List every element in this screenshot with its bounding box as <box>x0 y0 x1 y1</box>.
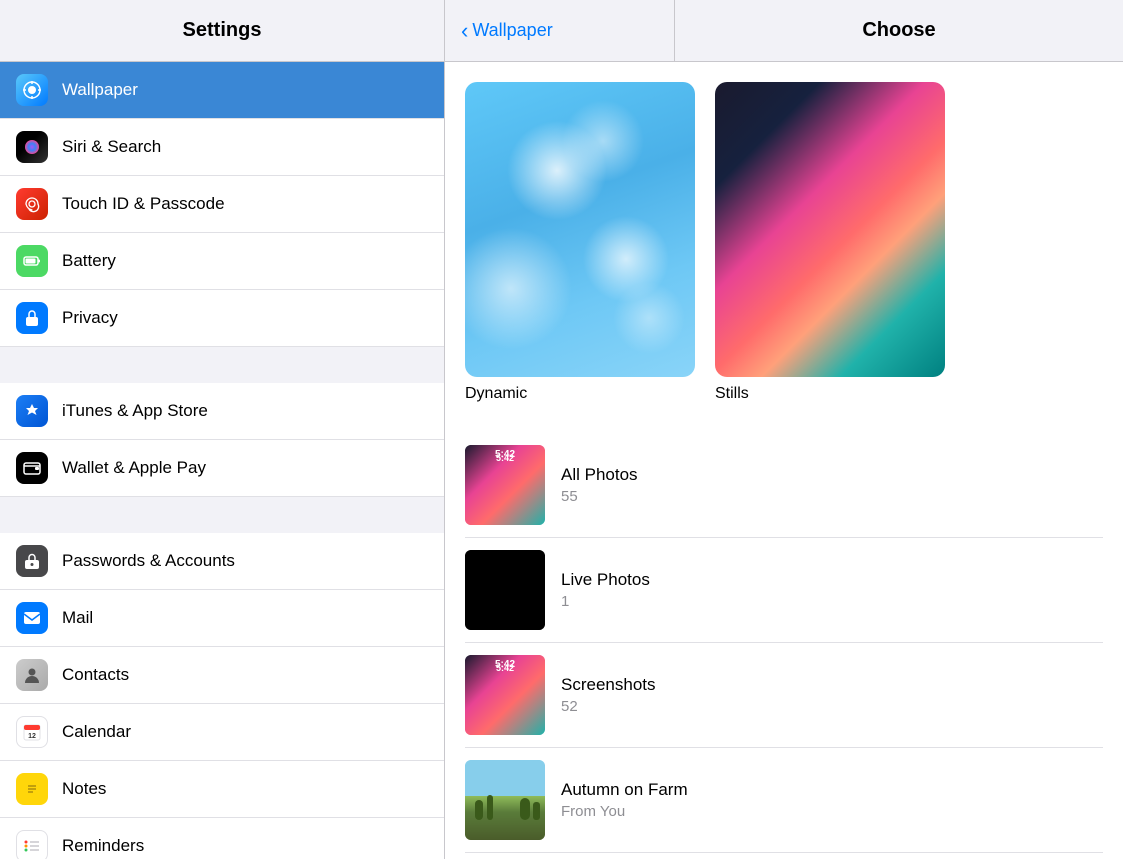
sidebar-item-passwords[interactable]: Passwords & Accounts <box>0 533 444 590</box>
all-photos-count: 55 <box>561 488 638 505</box>
list-item-live-photos[interactable]: Live Photos 1 <box>465 538 1103 643</box>
sidebar-item-label-touchid: Touch ID & Passcode <box>62 194 225 214</box>
stills-wallpaper-thumb[interactable] <box>715 82 945 377</box>
autumn-thumb <box>465 760 545 840</box>
screenshots-name: Screenshots <box>561 675 656 695</box>
wallpaper-header: ‹ Wallpaper Choose <box>445 0 1123 61</box>
sidebar-item-touchid[interactable]: Touch ID & Passcode <box>0 176 444 233</box>
dynamic-wallpaper-thumb[interactable] <box>465 82 695 377</box>
privacy-icon <box>16 302 48 334</box>
back-button[interactable]: ‹ Wallpaper <box>445 0 675 61</box>
sidebar-item-wallet[interactable]: Wallet & Apple Pay <box>0 440 444 497</box>
header: Settings ‹ Wallpaper Choose <box>0 0 1123 62</box>
sidebar-item-privacy[interactable]: Privacy <box>0 290 444 347</box>
calendar-icon: 12 <box>16 716 48 748</box>
autumn-count: From You <box>561 803 688 820</box>
reminders-icon <box>16 830 48 859</box>
live-photos-thumb <box>465 550 545 630</box>
live-photos-name: Live Photos <box>561 570 650 590</box>
wallpaper-previews: Dynamic Stills <box>465 82 1103 403</box>
sidebar-item-label-passwords: Passwords & Accounts <box>62 551 235 571</box>
live-photos-info: Live Photos 1 <box>561 570 650 610</box>
sidebar-item-battery[interactable]: Battery <box>0 233 444 290</box>
contacts-icon <box>16 659 48 691</box>
sidebar-item-appstore[interactable]: iTunes & App Store <box>0 383 444 440</box>
dynamic-label: Dynamic <box>465 385 527 403</box>
live-photos-count: 1 <box>561 593 650 610</box>
sidebar-item-siri[interactable]: Siri & Search <box>0 119 444 176</box>
sidebar-item-label-siri: Siri & Search <box>62 137 161 157</box>
notes-icon <box>16 773 48 805</box>
sidebar-group-2 <box>0 497 444 533</box>
photo-categories-list: 5:42 All Photos 55 Live Photos 1 <box>465 433 1103 853</box>
back-label: Wallpaper <box>472 20 552 41</box>
stills-label: Stills <box>715 385 749 403</box>
wallpaper-choose-panel: Dynamic Stills <box>445 62 1123 859</box>
sidebar-item-reminders[interactable]: Reminders <box>0 818 444 859</box>
sidebar-item-label-battery: Battery <box>62 251 116 271</box>
sidebar-item-label-notes: Notes <box>62 779 106 799</box>
screenshots-count: 52 <box>561 698 656 715</box>
sidebar-item-notes[interactable]: Notes <box>0 761 444 818</box>
appstore-icon <box>16 395 48 427</box>
sidebar-item-contacts[interactable]: Contacts <box>0 647 444 704</box>
sidebar-item-wallpaper[interactable]: Wallpaper <box>0 62 444 119</box>
sidebar-item-label-wallpaper: Wallpaper <box>62 80 138 100</box>
passwords-icon <box>16 545 48 577</box>
battery-icon <box>16 245 48 277</box>
all-photos-name: All Photos <box>561 465 638 485</box>
svg-text:12: 12 <box>28 733 36 740</box>
screenshots-thumb: 5:42 <box>465 655 545 735</box>
wallet-icon <box>16 452 48 484</box>
settings-sidebar: Wallpaper Siri & Search <box>0 62 445 859</box>
sidebar-item-label-privacy: Privacy <box>62 308 118 328</box>
dynamic-wallpaper-item: Dynamic <box>465 82 695 403</box>
sidebar-item-label-appstore: iTunes & App Store <box>62 401 208 421</box>
wallpaper-icon <box>16 74 48 106</box>
all-photos-info: All Photos 55 <box>561 465 638 505</box>
sidebar-group-1 <box>0 347 444 383</box>
list-item-screenshots[interactable]: 5:42 Screenshots 52 <box>465 643 1103 748</box>
mail-icon <box>16 602 48 634</box>
svg-text:5:42: 5:42 <box>496 453 514 463</box>
chevron-left-icon: ‹ <box>461 18 468 44</box>
choose-header: Choose <box>675 0 1123 61</box>
sidebar-item-label-reminders: Reminders <box>62 836 144 856</box>
list-item-autumn[interactable]: Autumn on Farm From You <box>465 748 1103 853</box>
sidebar-item-calendar[interactable]: 12 Calendar <box>0 704 444 761</box>
all-photos-thumb: 5:42 <box>465 445 545 525</box>
sidebar-item-label-calendar: Calendar <box>62 722 131 742</box>
sidebar-item-label-wallet: Wallet & Apple Pay <box>62 458 206 478</box>
list-item-all-photos[interactable]: 5:42 All Photos 55 <box>465 433 1103 538</box>
screenshots-info: Screenshots 52 <box>561 675 656 715</box>
stills-wallpaper-item: Stills <box>715 82 945 403</box>
touchid-icon <box>16 188 48 220</box>
siri-icon <box>16 131 48 163</box>
sidebar-item-label-mail: Mail <box>62 608 93 628</box>
settings-header: Settings <box>0 0 445 61</box>
sidebar-item-mail[interactable]: Mail <box>0 590 444 647</box>
autumn-info: Autumn on Farm From You <box>561 780 688 820</box>
main-content: Wallpaper Siri & Search <box>0 62 1123 859</box>
svg-text:5:42: 5:42 <box>496 663 514 673</box>
choose-title: Choose <box>862 19 935 42</box>
settings-title: Settings <box>183 19 262 42</box>
sidebar-item-label-contacts: Contacts <box>62 665 129 685</box>
autumn-name: Autumn on Farm <box>561 780 688 800</box>
